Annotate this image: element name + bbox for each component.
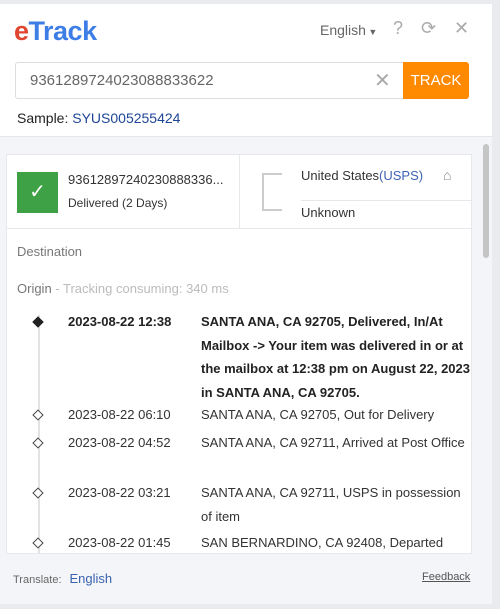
diamond-icon xyxy=(32,437,44,449)
divider xyxy=(301,200,471,201)
logo: eTrack xyxy=(14,16,97,46)
caret-down-icon: ▼ xyxy=(365,27,378,37)
refresh-icon[interactable]: ⟳ xyxy=(421,18,436,39)
package-summary: ✓ 93612897240230888336... Delivered (2 D… xyxy=(7,155,240,229)
translate: Translate: English xyxy=(13,571,113,586)
feedback-link[interactable]: Feedback xyxy=(422,571,470,583)
header: eTrack English ▼ ? ⟳ ✕ 93612897240230888… xyxy=(0,4,492,137)
delivery-status: Delivered (2 Days) xyxy=(68,196,168,210)
tracking-result-card: ✓ 93612897240230888336... Delivered (2 D… xyxy=(6,154,472,554)
check-icon: ✓ xyxy=(17,172,58,213)
sample: Sample: SYUS005255424 xyxy=(17,110,181,126)
filled-diamond-icon xyxy=(32,316,44,328)
track-button[interactable]: TRACK xyxy=(403,62,469,99)
sample-link[interactable]: SYUS005255424 xyxy=(72,110,180,126)
destination-country: Unknown xyxy=(301,205,356,220)
language-dropdown[interactable]: English ▼ xyxy=(320,22,377,38)
translate-language-link[interactable]: English xyxy=(70,571,113,586)
origin-country: United States(USPS) xyxy=(301,168,424,183)
origin-label: Origin - Tracking consuming: 340 ms xyxy=(17,281,229,296)
close-icon[interactable]: ✕ xyxy=(454,18,469,39)
clear-icon[interactable]: ✕ xyxy=(374,68,391,93)
tracking-number[interactable]: 93612897240230888336... xyxy=(68,172,223,187)
scrollbar[interactable] xyxy=(483,144,489,258)
etrack-popup: eTrack English ▼ ? ⟳ ✕ 93612897240230888… xyxy=(0,4,492,604)
carrier-link[interactable]: (USPS) xyxy=(379,168,423,183)
diamond-icon xyxy=(32,409,44,421)
help-icon[interactable]: ? xyxy=(393,18,403,39)
diamond-icon xyxy=(32,487,44,499)
diamond-icon xyxy=(32,537,44,549)
timeline-line xyxy=(38,315,40,553)
tracking-number-input[interactable]: 9361289724023088833622 xyxy=(15,62,404,99)
route-summary: United States(USPS) ⌂ Unknown xyxy=(240,155,471,229)
route-icon xyxy=(262,173,282,211)
destination-label: Destination xyxy=(17,244,83,259)
home-icon[interactable]: ⌂ xyxy=(443,167,451,183)
